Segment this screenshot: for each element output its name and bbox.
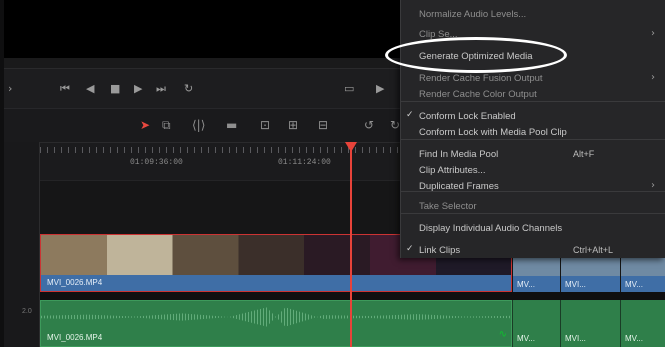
menu-item[interactable]: ✓ Link Clips Ctrl+Alt+L — [401, 240, 665, 260]
clip-name: MV... — [517, 334, 535, 343]
replace-clip-icon[interactable]: ⊟ — [318, 118, 328, 132]
menu-item-label: Render Cache Color Output — [419, 89, 537, 100]
snapping-icon[interactable]: ↺ — [364, 118, 374, 132]
insert-clip-icon[interactable]: ⊡ — [260, 118, 270, 132]
playhead-line[interactable] — [350, 146, 352, 347]
first-frame-icon[interactable]: ⏮ — [60, 82, 70, 96]
video-clip[interactable]: MV... — [512, 258, 560, 292]
clip-name-bar: MV... — [621, 276, 665, 292]
timecode-label: 01:11:24:00 — [278, 158, 331, 167]
menu-item-label: Clip Attributes... — [419, 165, 486, 176]
submenu-arrow-icon: › — [651, 180, 655, 191]
prev-frame-icon[interactable]: ◀ — [86, 82, 94, 95]
menu-item-label: Take Selector — [419, 201, 477, 212]
menu-item[interactable]: Display Individual Audio Channels — [401, 218, 665, 238]
video-clips-right: MV... MVI... MV... — [512, 258, 665, 292]
menu-item-label: Conform Lock with Media Pool Clip — [419, 127, 567, 138]
menu-item-shortcut: Alt+F — [573, 149, 595, 159]
viewer-bottom-bar — [4, 58, 402, 68]
video-clip[interactable]: MVI... — [560, 258, 620, 292]
transport-controls: › ⏮ ◀ ■ ▶ ⏭ ↻ ▭ ▶ — [4, 68, 402, 108]
audio-clip[interactable]: MV... — [512, 300, 560, 347]
menu-item-shortcut: Ctrl+Alt+L — [573, 245, 614, 255]
clip-name: MVI_0026.MP4 — [47, 333, 103, 342]
blade-tool-icon[interactable]: ▬ — [226, 118, 237, 132]
overwrite-clip-icon[interactable]: ⊞ — [288, 118, 298, 132]
clip-name-bar: MVI... — [561, 276, 620, 292]
audio-clips-right: MV... MVI... MV... — [512, 300, 665, 347]
last-frame-icon[interactable]: ⏭ — [156, 82, 166, 96]
menu-separator — [401, 191, 665, 192]
checkmark-icon: ✓ — [406, 110, 414, 120]
submenu-arrow-icon: › — [651, 28, 655, 39]
menu-item[interactable]: Normalize Audio Levels... — [401, 4, 665, 24]
menu-item-label: Link Clips — [419, 245, 461, 256]
audio-clip[interactable]: MV... — [620, 300, 665, 347]
menu-separator — [401, 213, 665, 214]
menu-item-label: Render Cache Fusion Output — [419, 73, 543, 84]
dynamic-trim-icon[interactable]: ⟨|⟩ — [192, 118, 205, 132]
menu-item-label: Find In Media Pool — [419, 149, 499, 160]
menu-item-label: Display Individual Audio Channels — [419, 223, 563, 234]
audio-waveform — [41, 307, 511, 327]
clip-name: MV... — [517, 280, 535, 289]
audio-clip[interactable]: MVI_0026.MP4 ∿ — [40, 300, 512, 347]
menu-separator — [401, 139, 665, 140]
stop-icon[interactable]: ■ — [110, 82, 120, 95]
fullscreen-icon[interactable]: ▭ — [344, 82, 354, 95]
menu-item-label: Conform Lock Enabled — [419, 111, 516, 122]
clip-thumbnail — [621, 258, 665, 276]
track-headers — [4, 142, 40, 347]
loop-icon[interactable]: ↻ — [184, 82, 193, 95]
clip-name: MVI_0026.MP4 — [47, 278, 103, 287]
clip-thumbnail — [561, 258, 620, 276]
audio-clip[interactable]: MVI... — [560, 300, 620, 347]
edit-toolbar: ➤ ⧉ ⟨|⟩ ▬ ⊡ ⊞ ⊟ ↺ ↻ — [4, 108, 402, 142]
highlight-annotation — [385, 37, 567, 73]
trim-tool-icon[interactable]: ⧉ — [162, 118, 171, 133]
video-clip[interactable]: MV... — [620, 258, 665, 292]
checkmark-icon: ✓ — [406, 244, 414, 254]
audio-track-number: 2.0 — [22, 308, 32, 315]
viewer-canvas — [4, 0, 402, 58]
linked-selection-icon[interactable]: ↻ — [390, 118, 400, 132]
clip-name-bar: MVI_0026.MP4 — [41, 275, 511, 291]
menu-separator — [401, 101, 665, 102]
clip-name: MVI... — [565, 334, 586, 343]
selection-tool-icon[interactable]: ➤ — [140, 118, 150, 132]
menu-item-label: Normalize Audio Levels... — [419, 9, 527, 20]
play-icon[interactable]: ▶ — [134, 82, 142, 95]
expand-arrow-icon[interactable]: › — [8, 82, 12, 95]
clip-thumbnail — [513, 258, 560, 276]
timecode-label: 01:09:36:00 — [130, 158, 183, 167]
next-icon[interactable]: ▶ — [376, 82, 384, 95]
clip-name-bar: MV... — [513, 276, 560, 292]
fade-curve-icon[interactable]: ∿ — [499, 329, 507, 340]
clip-name: MVI... — [565, 280, 586, 289]
menu-item[interactable]: Duplicated Frames › — [401, 176, 665, 196]
clip-name: MV... — [625, 280, 643, 289]
submenu-arrow-icon: › — [651, 72, 655, 83]
clip-name: MV... — [625, 334, 643, 343]
